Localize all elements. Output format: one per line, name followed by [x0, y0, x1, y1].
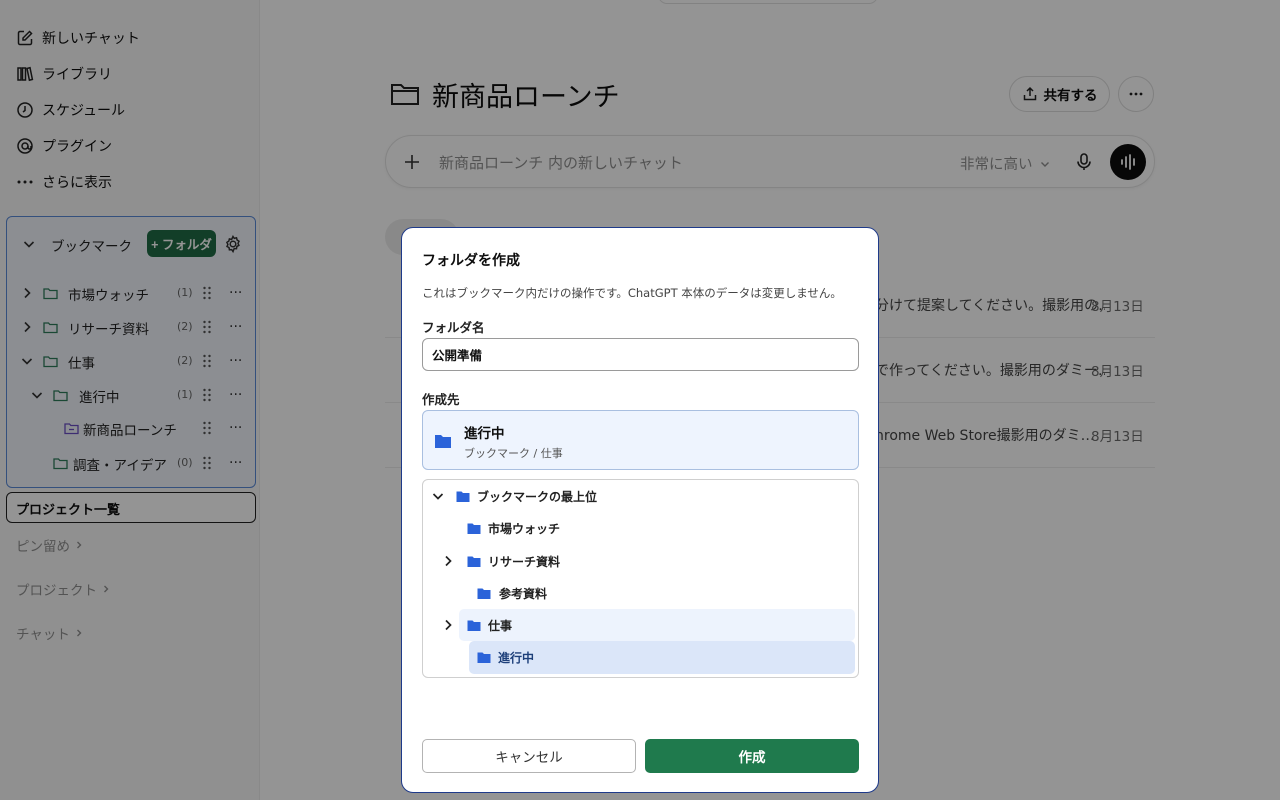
destination-name: 進行中 — [464, 426, 505, 442]
destination-path: ブックマーク / 仕事 — [464, 447, 563, 460]
create-button[interactable]: 作成 — [645, 739, 859, 773]
dialog-title: フォルダを作成 — [422, 253, 520, 269]
folder-icon — [467, 556, 481, 567]
destination-label: 作成先 — [422, 392, 460, 407]
dialog-description: これはブックマーク内だけの操作です。ChatGPT 本体のデータは変更しません。 — [422, 286, 842, 300]
folder-icon — [456, 491, 470, 502]
destination-tree: ブックマークの最上位 市場ウォッチ リサーチ資料 参考資料 仕事 進行中 — [422, 479, 859, 678]
tree-item-work[interactable]: 仕事 — [445, 609, 855, 641]
chevron-down-icon[interactable] — [431, 489, 445, 503]
folder-icon — [477, 652, 491, 663]
chevron-right-icon[interactable] — [441, 554, 455, 568]
tree-item-in-progress-selected[interactable]: 進行中 — [469, 641, 855, 674]
tree-label: 進行中 — [498, 651, 535, 665]
tree-label: ブックマークの最上位 — [477, 490, 598, 504]
folder-icon — [467, 620, 481, 631]
tree-label: 参考資料 — [499, 587, 548, 601]
folder-icon — [467, 523, 481, 534]
tree-item-market-watch[interactable]: 市場ウォッチ — [423, 512, 858, 544]
cancel-button[interactable]: キャンセル — [422, 739, 636, 773]
selected-destination: 進行中 ブックマーク / 仕事 — [422, 410, 859, 470]
tree-label: 市場ウォッチ — [488, 522, 561, 536]
tree-item-root[interactable]: ブックマークの最上位 — [423, 480, 858, 512]
tree-item-research[interactable]: リサーチ資料 — [423, 545, 858, 577]
folder-name-input[interactable] — [422, 338, 859, 371]
folder-icon — [435, 435, 451, 448]
tree-label: リサーチ資料 — [488, 555, 561, 569]
folder-name-label: フォルダ名 — [422, 320, 485, 335]
tree-label: 仕事 — [488, 619, 513, 633]
folder-icon — [477, 588, 491, 599]
create-folder-dialog: フォルダを作成 これはブックマーク内だけの操作です。ChatGPT 本体のデータ… — [401, 227, 879, 793]
tree-item-reference[interactable]: 参考資料 — [423, 577, 858, 609]
chevron-right-icon[interactable] — [441, 618, 455, 632]
